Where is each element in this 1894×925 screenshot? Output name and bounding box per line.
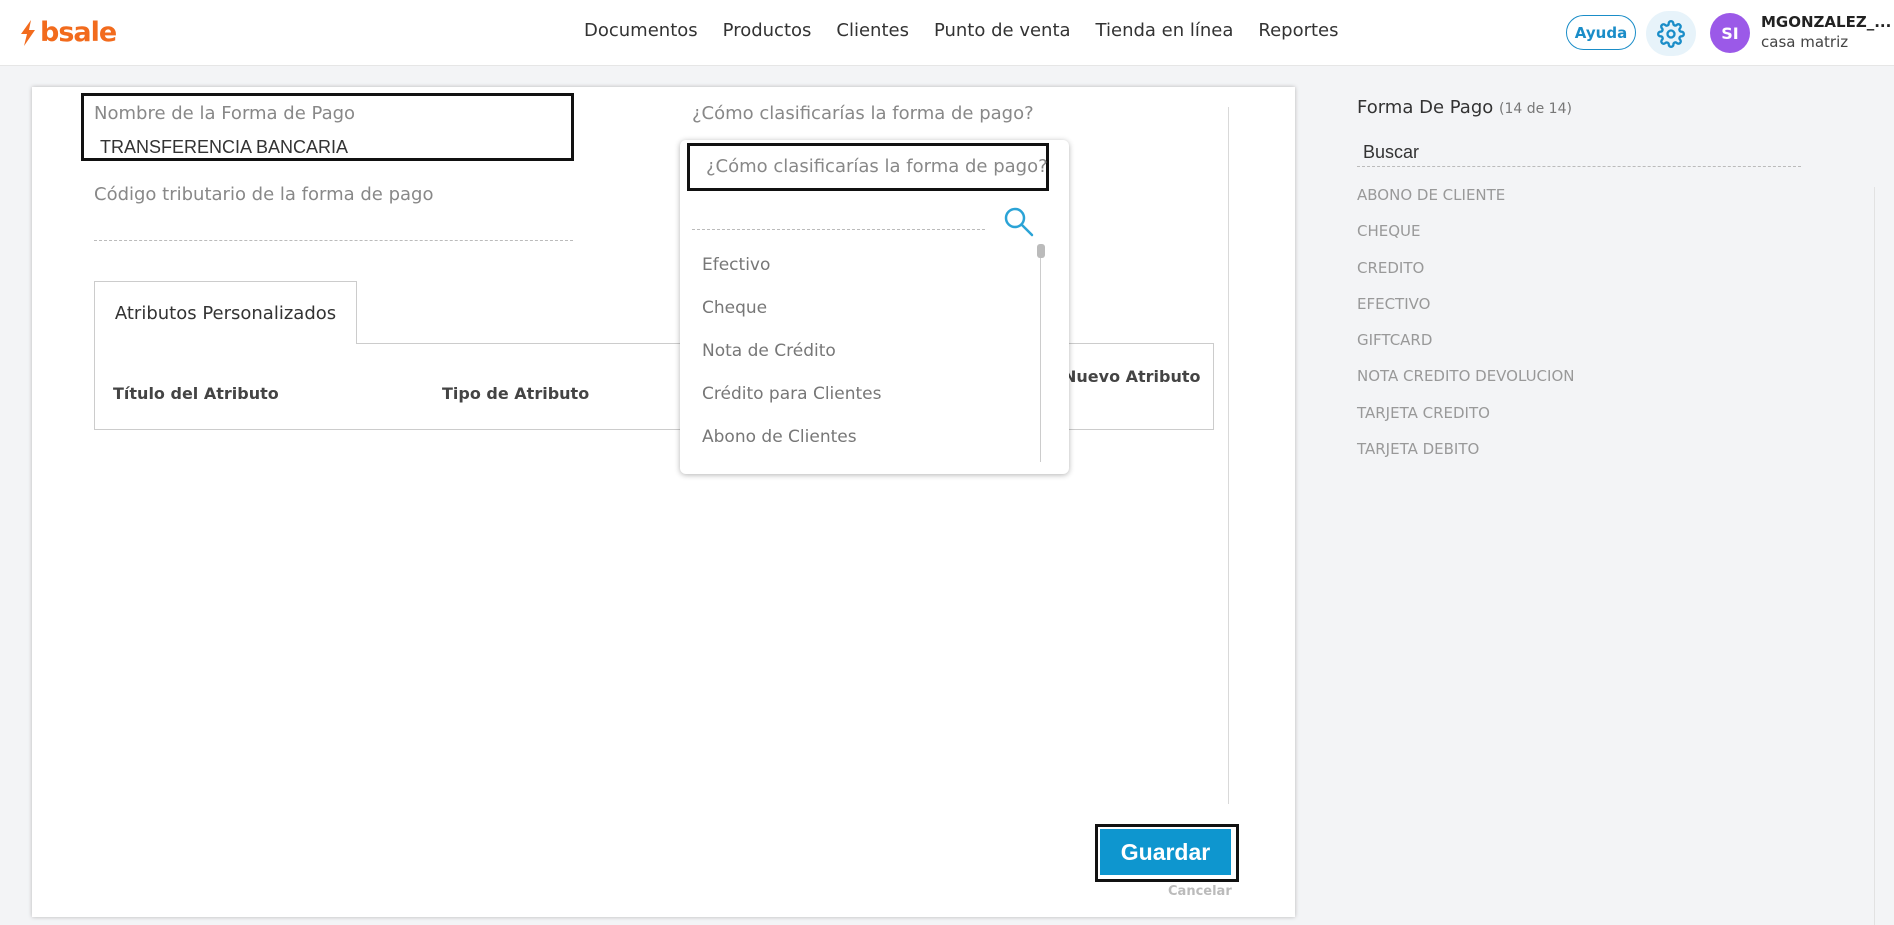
user-branch: casa matriz (1761, 33, 1849, 51)
dropdown-option-cheque[interactable]: Cheque (702, 298, 767, 318)
sidebar-item-cheque[interactable]: CHEQUE (1357, 222, 1421, 240)
nav-clientes[interactable]: Clientes (836, 20, 909, 41)
tax-code-label: Código tributario de la forma de pago (94, 184, 434, 205)
settings-button[interactable] (1646, 11, 1696, 56)
dropdown-option-abono-de-clientes[interactable]: Abono de Clientes (702, 427, 857, 447)
nav-tienda-en-linea[interactable]: Tienda en línea (1096, 20, 1234, 41)
name-field-input[interactable]: TRANSFERENCIA BANCARIA (100, 137, 348, 158)
nav-reportes[interactable]: Reportes (1258, 20, 1338, 41)
classification-dropdown: ¿Cómo clasificarías la forma de pago? Ef… (680, 140, 1069, 474)
sidebar-count: (14 de 14) (1499, 101, 1572, 117)
dropdown-scrollbar[interactable] (1040, 246, 1041, 462)
dropdown-scroll-thumb[interactable] (1037, 244, 1045, 258)
sidebar-search-input[interactable] (1357, 139, 1801, 167)
cancel-button[interactable]: Cancelar (1168, 884, 1232, 899)
sidebar-title-text: Forma De Pago (1357, 97, 1494, 118)
search-icon[interactable] (1002, 205, 1036, 239)
classify-label: ¿Cómo clasificarías la forma de pago? (692, 103, 1034, 124)
bsale-logo-icon (21, 19, 35, 46)
main-nav: Documentos Productos Clientes Punto de v… (584, 20, 1339, 41)
sidebar-item-nota-credito-devolucion[interactable]: NOTA CREDITO DEVOLUCION (1357, 367, 1575, 385)
payment-method-form-card (32, 87, 1295, 917)
sidebar-item-abono-de-cliente[interactable]: ABONO DE CLIENTE (1357, 186, 1505, 204)
sidebar-item-efectivo[interactable]: EFECTIVO (1357, 295, 1430, 313)
logo[interactable]: bsale (18, 17, 117, 48)
sidebar-title: Forma De Pago (14 de 14) (1357, 97, 1572, 118)
tab-custom-attributes[interactable]: Atributos Personalizados (94, 281, 357, 344)
column-attribute-type: Tipo de Atributo (442, 384, 590, 403)
dropdown-search-input[interactable] (692, 229, 985, 230)
gear-icon (1657, 19, 1685, 48)
name-field-label: Nombre de la Forma de Pago (94, 103, 356, 124)
sidebar-item-tarjeta-debito[interactable]: TARJETA DEBITO (1357, 440, 1479, 458)
new-attribute-button[interactable]: Nuevo Atributo (1063, 367, 1201, 386)
avatar[interactable]: SI (1710, 13, 1750, 53)
dropdown-title: ¿Cómo clasificarías la forma de pago? (706, 156, 1048, 177)
dropdown-option-credito-para-clientes[interactable]: Crédito para Clientes (702, 384, 881, 404)
sidebar-item-credito[interactable]: CREDITO (1357, 259, 1424, 277)
user-name[interactable]: MGONZALEZ_... (1761, 13, 1891, 31)
save-button[interactable]: Guardar (1100, 829, 1231, 875)
column-attribute-title: Título del Atributo (113, 384, 279, 403)
top-navbar: bsale Documentos Productos Clientes Punt… (0, 0, 1894, 66)
sidebar-item-tarjeta-credito[interactable]: TARJETA CREDITO (1357, 404, 1490, 422)
dropdown-option-efectivo[interactable]: Efectivo (702, 255, 770, 275)
nav-productos[interactable]: Productos (723, 20, 812, 41)
card-divider (1228, 107, 1229, 804)
sidebar-item-giftcard[interactable]: GIFTCARD (1357, 331, 1432, 349)
nav-documentos[interactable]: Documentos (584, 20, 698, 41)
dropdown-option-nota-de-credito[interactable]: Nota de Crédito (702, 341, 836, 361)
sidebar-divider (1874, 187, 1875, 925)
logo-text: bsale (40, 17, 117, 48)
help-button[interactable]: Ayuda (1566, 15, 1636, 50)
nav-punto-de-venta[interactable]: Punto de venta (934, 20, 1071, 41)
tax-code-input[interactable] (94, 240, 573, 241)
